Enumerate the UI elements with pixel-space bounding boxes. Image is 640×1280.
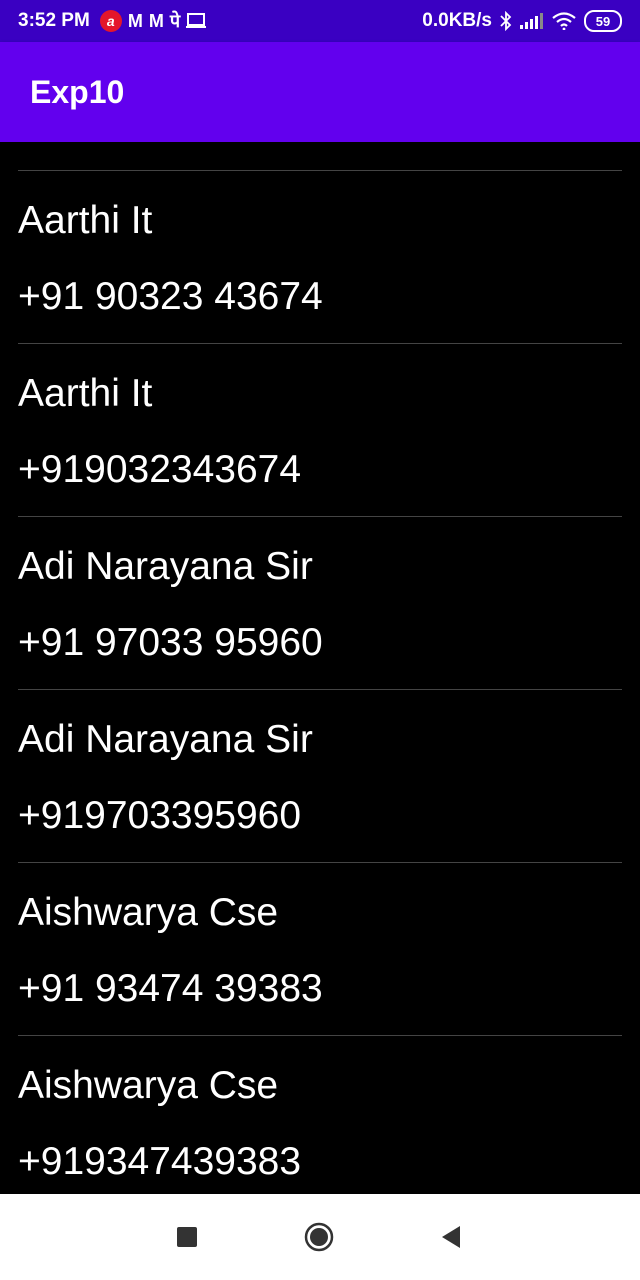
list-item[interactable]: Aarthi It +919032343674 bbox=[18, 344, 622, 517]
app-title: Exp10 bbox=[30, 73, 125, 110]
contact-list[interactable]: Aarthi It +91 90323 43674 Aarthi It +919… bbox=[18, 142, 622, 1194]
airtel-app-icon: a bbox=[99, 10, 122, 32]
contact-phone: +919703395960 bbox=[18, 794, 302, 837]
contact-name: Adi Narayana Sir bbox=[18, 545, 313, 588]
contact-name: Adi Narayana Sir bbox=[18, 718, 313, 761]
notification-icons: a M M पे bbox=[99, 9, 207, 33]
phonepe-icon: पे bbox=[169, 11, 181, 31]
navigation-bar bbox=[0, 1194, 640, 1280]
contact-name: Aishwarya Cse bbox=[18, 1064, 279, 1107]
signal-icon bbox=[520, 13, 543, 29]
network-speed: 0.0KB/s bbox=[422, 10, 492, 31]
contact-phone: +91 97033 95960 bbox=[18, 621, 323, 664]
status-time: 3:52 PM bbox=[18, 10, 90, 31]
square-icon bbox=[177, 1227, 197, 1247]
app-bar: Exp10 bbox=[0, 42, 640, 142]
wifi-icon bbox=[552, 12, 576, 30]
list-item[interactable]: Aarthi It +91 90323 43674 bbox=[18, 171, 622, 344]
contact-phone: +919347439383 bbox=[18, 1140, 302, 1183]
list-item[interactable]: Aishwarya Cse +91 93474 39383 bbox=[18, 863, 622, 1036]
screen-cast-icon bbox=[186, 13, 207, 28]
recents-button[interactable] bbox=[172, 1222, 202, 1252]
back-triangle-icon bbox=[442, 1226, 460, 1248]
contact-phone: +91 93474 39383 bbox=[18, 967, 323, 1010]
contact-phone: +919032343674 bbox=[18, 448, 302, 491]
list-item[interactable]: Aishwarya Cse +919347439383 bbox=[18, 1036, 622, 1194]
contact-phone: +91 90323 43674 bbox=[18, 275, 323, 318]
contact-name: Aishwarya Cse bbox=[18, 891, 279, 934]
status-bar: 3:52 PM a M M पे 0.0KB/s 59 bbox=[0, 0, 640, 42]
circle-icon bbox=[304, 1222, 334, 1252]
contact-name: Aarthi It bbox=[18, 199, 153, 242]
contact-name: Aarthi It bbox=[18, 372, 153, 415]
gmail-icon: M bbox=[127, 10, 143, 31]
back-button[interactable] bbox=[436, 1222, 466, 1252]
battery-icon: 59 bbox=[584, 10, 622, 32]
list-item[interactable]: Adi Narayana Sir +91 97033 95960 bbox=[18, 517, 622, 690]
gmail-icon: M bbox=[148, 10, 164, 31]
bluetooth-icon bbox=[500, 11, 512, 31]
home-button[interactable] bbox=[304, 1222, 334, 1252]
list-item[interactable]: Adi Narayana Sir +919703395960 bbox=[18, 690, 622, 863]
